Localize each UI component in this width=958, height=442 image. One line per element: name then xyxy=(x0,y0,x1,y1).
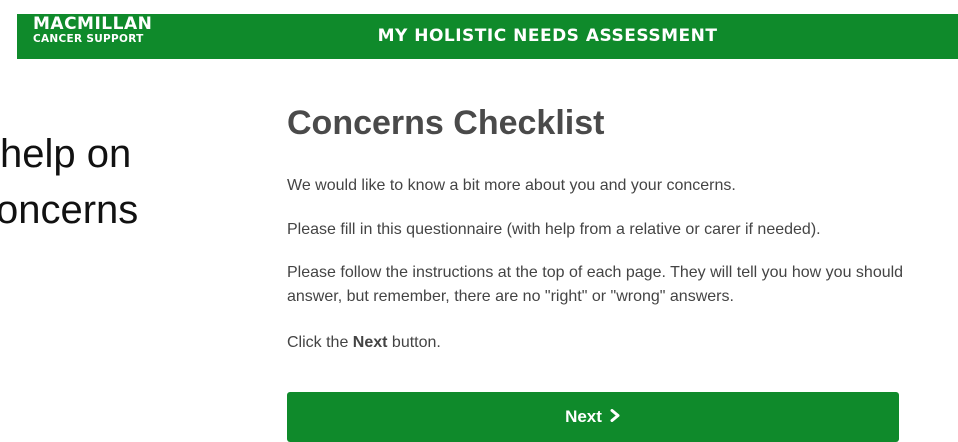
chevron-right-icon xyxy=(610,407,621,427)
intro-paragraph-4: Click the Next button. xyxy=(287,331,927,355)
next-button-label: Next xyxy=(565,407,602,426)
next-button[interactable]: Next xyxy=(287,392,899,442)
side-text-line-2: oncerns xyxy=(0,188,139,232)
side-text-line-1: help on xyxy=(0,132,132,176)
paragraph-4-prefix: Click the xyxy=(287,334,353,351)
intro-paragraph-2: Please fill in this questionnaire (with … xyxy=(287,221,821,238)
intro-paragraph-3: Please follow the instructions at the to… xyxy=(287,264,904,305)
app-header: MACMILLAN CANCER SUPPORT MY HOLISTIC NEE… xyxy=(17,14,958,59)
intro-paragraph-1: We would like to know a bit more about y… xyxy=(287,177,736,194)
page-title: Concerns Checklist xyxy=(287,104,605,142)
paragraph-4-bold: Next xyxy=(352,334,388,351)
paragraph-4-suffix: button. xyxy=(387,334,441,351)
header-title: MY HOLISTIC NEEDS ASSESSMENT xyxy=(377,26,718,46)
